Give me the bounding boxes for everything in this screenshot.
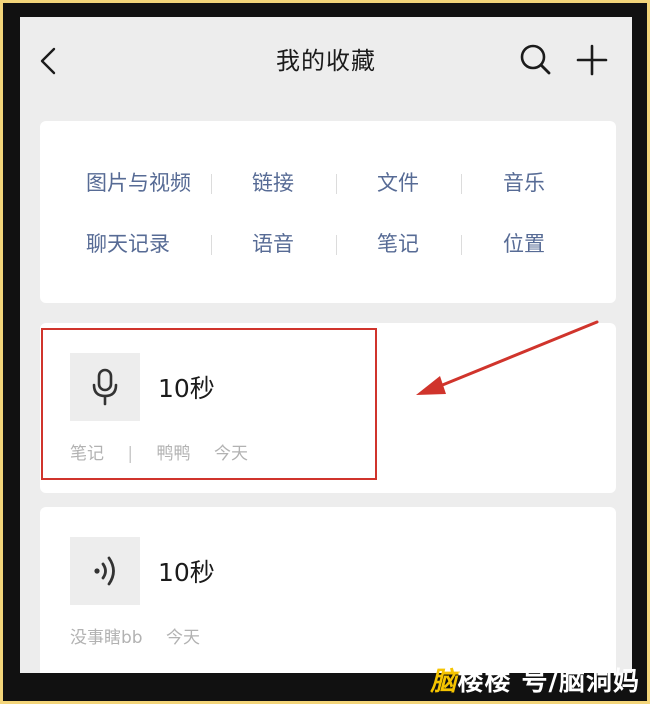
microphone-icon bbox=[92, 368, 118, 406]
watermark-prefix: 脑 bbox=[430, 667, 458, 697]
category-divider bbox=[211, 235, 212, 255]
item-date: 今天 bbox=[166, 628, 200, 648]
screenshot-frame: 我的收藏 图片与视频 链接 文件 音乐 聊天记录 语音 笔记 位置 10秒 笔记… bbox=[3, 3, 647, 701]
category-location[interactable]: 位置 bbox=[503, 224, 545, 264]
item-source: 没事瞎bb bbox=[70, 628, 143, 648]
item-source: 鸭鸭 bbox=[156, 444, 191, 464]
category-divider bbox=[211, 174, 212, 194]
category-row: 图片与视频 链接 文件 音乐 bbox=[40, 163, 616, 203]
search-button[interactable] bbox=[518, 42, 554, 78]
voice-audio-icon bbox=[94, 556, 115, 586]
favorite-item[interactable]: 10秒 笔记 | 鸭鸭 今天 bbox=[40, 323, 616, 493]
add-button[interactable] bbox=[574, 42, 610, 78]
favorite-item[interactable]: 10秒 没事瞎bb 今天 bbox=[40, 507, 616, 673]
item-title: 10秒 bbox=[158, 558, 215, 587]
phone-screen: 我的收藏 图片与视频 链接 文件 音乐 聊天记录 语音 笔记 位置 10秒 笔记… bbox=[20, 17, 632, 673]
top-navigation-bar: 我的收藏 bbox=[20, 17, 632, 105]
item-type: 笔记 bbox=[70, 444, 104, 464]
category-divider bbox=[461, 235, 462, 255]
category-divider bbox=[461, 174, 462, 194]
category-divider bbox=[336, 235, 337, 255]
category-divider bbox=[336, 174, 337, 194]
category-files[interactable]: 文件 bbox=[377, 163, 419, 203]
category-music[interactable]: 音乐 bbox=[503, 163, 545, 203]
meta-separator: | bbox=[127, 444, 134, 464]
search-icon bbox=[520, 44, 551, 75]
category-row: 聊天记录 语音 笔记 位置 bbox=[40, 224, 616, 264]
item-title: 10秒 bbox=[158, 374, 215, 403]
item-meta: 笔记 | 鸭鸭 今天 bbox=[70, 439, 266, 464]
category-voice[interactable]: 语音 bbox=[252, 224, 294, 264]
category-links[interactable]: 链接 bbox=[252, 163, 294, 203]
item-thumbnail bbox=[70, 537, 140, 605]
category-photos-videos[interactable]: 图片与视频 bbox=[86, 163, 191, 203]
item-date: 今天 bbox=[213, 444, 248, 464]
category-filter-card: 图片与视频 链接 文件 音乐 聊天记录 语音 笔记 位置 bbox=[40, 121, 616, 303]
item-thumbnail bbox=[70, 353, 140, 421]
category-notes[interactable]: 笔记 bbox=[377, 224, 419, 264]
watermark-text: 楼楼 号/脑洞妈 bbox=[457, 667, 640, 697]
plus-icon bbox=[576, 44, 608, 76]
watermark: 脑楼楼 号/脑洞妈 bbox=[430, 661, 640, 698]
item-meta: 没事瞎bb 今天 bbox=[70, 623, 218, 648]
category-chat-history[interactable]: 聊天记录 bbox=[86, 224, 170, 264]
